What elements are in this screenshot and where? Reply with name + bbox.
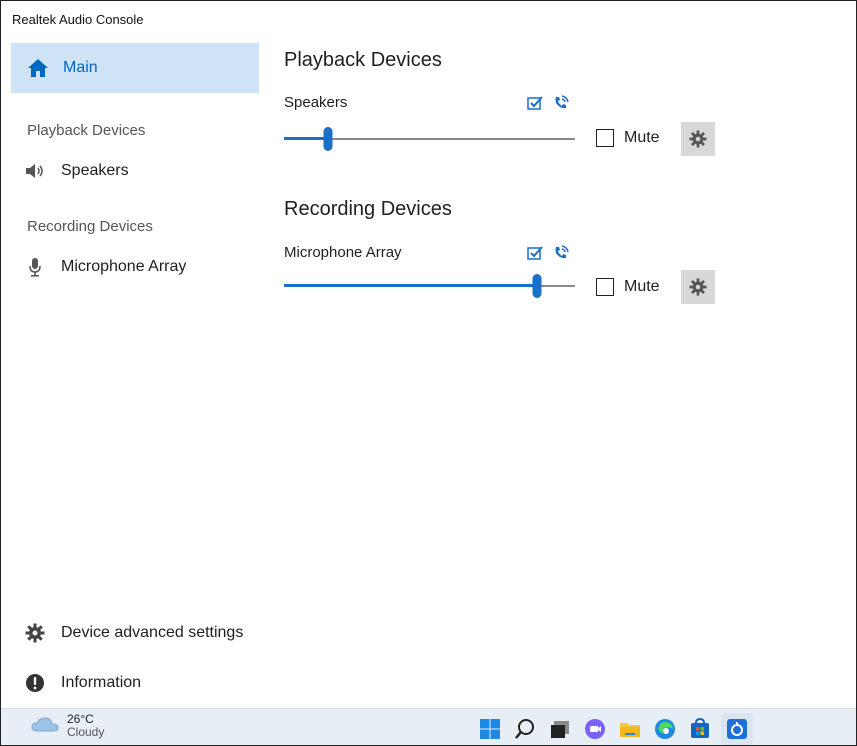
store-icon[interactable] xyxy=(688,717,712,741)
weather-text: 26°C Cloudy xyxy=(67,713,104,739)
slider-thumb[interactable] xyxy=(323,127,333,151)
mute-checkbox[interactable] xyxy=(596,278,614,296)
playback-devices-title: Playback Devices xyxy=(284,49,442,71)
mute-checkbox[interactable] xyxy=(596,129,614,147)
microphone-mute-toggle[interactable]: Mute xyxy=(596,278,660,296)
home-icon xyxy=(27,58,49,78)
recording-devices-heading: Recording Devices xyxy=(27,218,153,235)
windows-start-icon[interactable] xyxy=(478,717,502,741)
gear-icon xyxy=(689,278,707,296)
communication-phone-icon xyxy=(553,245,569,266)
slider-fill xyxy=(284,284,537,287)
weather-widget[interactable]: 26°C Cloudy xyxy=(31,713,104,739)
sidebar-item-microphone-array[interactable]: Microphone Array xyxy=(11,249,259,285)
gear-icon xyxy=(689,130,707,148)
window-title: Realtek Audio Console xyxy=(12,12,144,27)
microphone-volume-slider[interactable] xyxy=(284,274,575,298)
cloud-icon xyxy=(31,715,59,738)
file-explorer-icon[interactable] xyxy=(618,717,642,741)
speakers-settings-button[interactable] xyxy=(681,122,715,156)
sidebar-item-label: Speakers xyxy=(61,162,129,179)
slider-fill xyxy=(284,137,328,140)
speakers-volume-slider[interactable] xyxy=(284,127,575,151)
information-label: Information xyxy=(61,674,142,691)
default-device-check-icon xyxy=(527,95,543,116)
speakers-status-icons xyxy=(527,95,569,116)
sidebar-item-label: Main xyxy=(63,59,98,76)
chat-icon[interactable] xyxy=(583,717,607,741)
sidebar-item-speakers[interactable]: Speakers xyxy=(11,153,259,189)
gear-icon xyxy=(25,623,45,643)
realtek-audio-console-window: Realtek Audio Console Main Playback Devi… xyxy=(0,0,857,746)
title-bar: Realtek Audio Console xyxy=(1,1,856,43)
microphone-icon xyxy=(25,257,45,277)
taskbar: 26°C Cloudy xyxy=(1,708,856,745)
recording-devices-title: Recording Devices xyxy=(284,198,452,220)
slider-thumb[interactable] xyxy=(532,274,542,298)
edge-icon[interactable] xyxy=(653,717,677,741)
speakers-mute-toggle[interactable]: Mute xyxy=(596,129,660,147)
information-link[interactable]: Information xyxy=(11,665,259,701)
device-advanced-settings-link[interactable]: Device advanced settings xyxy=(11,615,259,651)
speakers-device-name: Speakers xyxy=(284,94,348,111)
search-icon[interactable] xyxy=(513,717,537,741)
microphone-settings-button[interactable] xyxy=(681,270,715,304)
sidebar-item-main[interactable]: Main xyxy=(11,43,259,93)
info-icon xyxy=(25,673,45,693)
mute-label: Mute xyxy=(624,129,660,146)
communication-phone-icon xyxy=(553,95,569,116)
playback-devices-heading: Playback Devices xyxy=(27,122,146,139)
microphone-array-device-name: Microphone Array xyxy=(284,244,402,261)
speaker-icon xyxy=(25,161,45,181)
mute-label: Mute xyxy=(624,278,660,295)
task-view-icon[interactable] xyxy=(548,717,572,741)
device-advanced-settings-label: Device advanced settings xyxy=(61,624,244,641)
weather-condition: Cloudy xyxy=(67,725,105,739)
realtek-icon[interactable] xyxy=(721,713,753,745)
microphone-status-icons xyxy=(527,245,569,266)
sidebar: Main Playback Devices Speakers Recording… xyxy=(11,43,259,708)
sidebar-item-label: Microphone Array xyxy=(61,258,187,275)
default-device-check-icon xyxy=(527,245,543,266)
